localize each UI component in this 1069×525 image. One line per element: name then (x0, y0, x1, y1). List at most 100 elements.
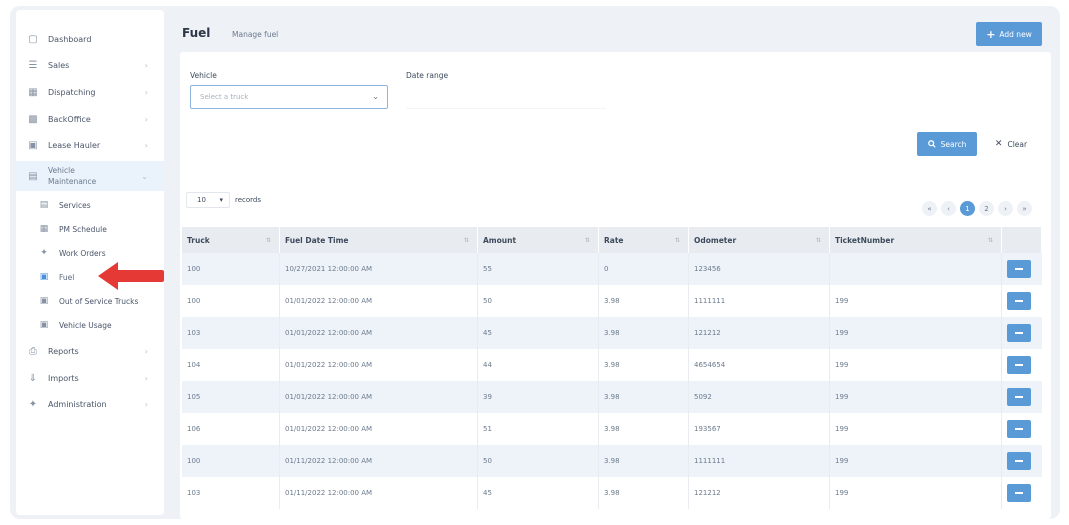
column-header[interactable]: Odometer ⇅ (689, 227, 830, 253)
page-button[interactable]: 1 (960, 201, 975, 216)
table-cell: 3.98 (599, 317, 689, 349)
next-page-button[interactable]: › (998, 201, 1013, 216)
table-cell: 01/01/2022 12:00:00 AM (280, 413, 478, 445)
dash-icon (1015, 428, 1023, 430)
table-cell: 01/11/2022 12:00:00 AM (280, 477, 478, 509)
table-cell: 55 (478, 253, 599, 285)
sidebar-item-vehicle-maintenance[interactable]: ▤ Vehicle Maintenance ⌄ (16, 161, 164, 191)
clear-button[interactable]: ✕ Clear (988, 132, 1034, 156)
page-size-select[interactable]: 10 ▾ (186, 192, 230, 208)
sidebar-subitem-label: Vehicle Usage (59, 320, 112, 330)
table-header: Truck ⇅ Fuel Date Time ⇅ Amount ⇅ Rate ⇅ Odo… (182, 227, 1042, 253)
sort-icon: ⇅ (987, 236, 993, 244)
vehicle-select[interactable]: Select a truck ⌄ (190, 85, 388, 109)
row-action-button[interactable] (1007, 356, 1031, 374)
dash-icon (1015, 364, 1023, 366)
dash-icon (1015, 268, 1023, 270)
column-header-actions (1002, 227, 1042, 253)
chevron-right-icon: › (144, 373, 148, 383)
table-cell-actions (1002, 445, 1042, 477)
prev-page-button[interactable]: ‹ (941, 201, 956, 216)
table-row: 100 01/01/2022 12:00:00 AM 50 3.98 1111111 19… (182, 285, 1042, 317)
date-range-input[interactable] (406, 85, 606, 109)
table-cell: 199 (830, 285, 1002, 317)
table-cell: 01/01/2022 12:00:00 AM (280, 317, 478, 349)
fuel-table: Truck ⇅ Fuel Date Time ⇅ Amount ⇅ Rate ⇅ Odo… (182, 227, 1042, 509)
sidebar-subitem-services[interactable]: ▤ Services (16, 194, 164, 216)
sidebar-subitem-pm-schedule[interactable]: ▦ PM Schedule (16, 218, 164, 240)
table-cell: 01/01/2022 12:00:00 AM (280, 285, 478, 317)
row-action-button[interactable] (1007, 388, 1031, 406)
row-action-button[interactable] (1007, 324, 1031, 342)
page-button[interactable]: 2 (979, 201, 994, 216)
table-cell-actions (1002, 413, 1042, 445)
column-header[interactable]: TicketNumber ⇅ (830, 227, 1002, 253)
table-cell-actions (1002, 317, 1042, 349)
table-cell: 1111111 (689, 445, 830, 477)
chevron-down-icon: ⌄ (141, 171, 148, 181)
table-cell: 3.98 (599, 445, 689, 477)
table-cell: 3.98 (599, 349, 689, 381)
search-button[interactable]: Search (917, 132, 977, 156)
row-action-button[interactable] (1007, 452, 1031, 470)
column-header[interactable]: Truck ⇅ (182, 227, 280, 253)
last-page-button[interactable]: » (1017, 201, 1032, 216)
sidebar-item-sales[interactable]: ☰ Sales › (16, 53, 164, 77)
table-cell-actions (1002, 477, 1042, 509)
sidebar-item-dashboard[interactable]: ▢ Dashboard (16, 27, 164, 51)
sidebar-item-label: Imports (48, 373, 79, 383)
sidebar-item-backoffice[interactable]: ▩ BackOffice › (16, 107, 164, 131)
first-page-button[interactable]: « (922, 201, 937, 216)
sidebar-item-label: BackOffice (48, 114, 91, 124)
wrench-icon: ✦ (28, 398, 38, 410)
sidebar-subitem-label: PM Schedule (59, 224, 107, 234)
column-header-label: Amount (483, 235, 517, 245)
sidebar-item-imports[interactable]: ⇓ Imports › (16, 366, 164, 390)
table-row: 103 01/01/2022 12:00:00 AM 45 3.98 121212 199 (182, 317, 1042, 349)
sidebar-item-administration[interactable]: ✦ Administration › (16, 392, 164, 416)
sidebar-subitem-vehicle-usage[interactable]: ▣ Vehicle Usage (16, 314, 164, 336)
sidebar-item-reports[interactable]: ⎙ Reports › (16, 339, 164, 363)
sidebar-item-dispatching[interactable]: ▦ Dispatching › (16, 80, 164, 104)
column-header-label: Truck (187, 235, 210, 245)
row-action-button[interactable] (1007, 292, 1031, 310)
table-row: 100 10/27/2021 12:00:00 AM 55 0 123456 (182, 253, 1042, 285)
column-header[interactable]: Rate ⇅ (599, 227, 689, 253)
column-header[interactable]: Fuel Date Time ⇅ (280, 227, 478, 253)
row-action-button[interactable] (1007, 484, 1031, 502)
page-size-value: 10 (197, 196, 206, 204)
table-cell: 106 (182, 413, 280, 445)
double-chevron-left-icon: « (927, 204, 932, 213)
printer-icon: ⎙ (29, 345, 37, 357)
table-row: 103 01/11/2022 12:00:00 AM 45 3.98 121212 199 (182, 477, 1042, 509)
table-cell-actions (1002, 285, 1042, 317)
table-cell: 100 (182, 253, 280, 285)
chevron-right-icon: › (144, 399, 148, 409)
column-header-label: Fuel Date Time (285, 235, 349, 245)
table-cell: 199 (830, 477, 1002, 509)
add-new-button[interactable]: + Add new (976, 22, 1042, 46)
column-header[interactable]: Amount ⇅ (478, 227, 599, 253)
table-cell (830, 253, 1002, 285)
double-chevron-right-icon: » (1022, 204, 1027, 213)
table-cell: 3.98 (599, 381, 689, 413)
table-cell-actions (1002, 253, 1042, 285)
table-cell: 0 (599, 253, 689, 285)
table-body: 100 10/27/2021 12:00:00 AM 55 0 123456 100 01/… (182, 253, 1042, 509)
sidebar-item-label: Reports (48, 346, 79, 356)
table-cell-actions (1002, 349, 1042, 381)
sidebar-item-lease-hauler[interactable]: ▣ Lease Hauler › (16, 133, 164, 157)
row-action-button[interactable] (1007, 420, 1031, 438)
sidebar-item-label: Lease Hauler (48, 140, 101, 150)
pagination: « ‹ 1 2 › » (922, 201, 1032, 216)
table-cell: 01/01/2022 12:00:00 AM (280, 381, 478, 413)
import-icon: ⇓ (28, 372, 38, 384)
row-action-button[interactable] (1007, 260, 1031, 278)
dash-icon (1015, 460, 1023, 462)
table-cell: 100 (182, 445, 280, 477)
chevron-left-icon: ‹ (947, 204, 950, 213)
table-cell: 50 (478, 445, 599, 477)
table-cell: 45 (478, 477, 599, 509)
chevron-right-icon: › (144, 346, 148, 356)
sidebar-subitem-label: Fuel (59, 272, 75, 282)
